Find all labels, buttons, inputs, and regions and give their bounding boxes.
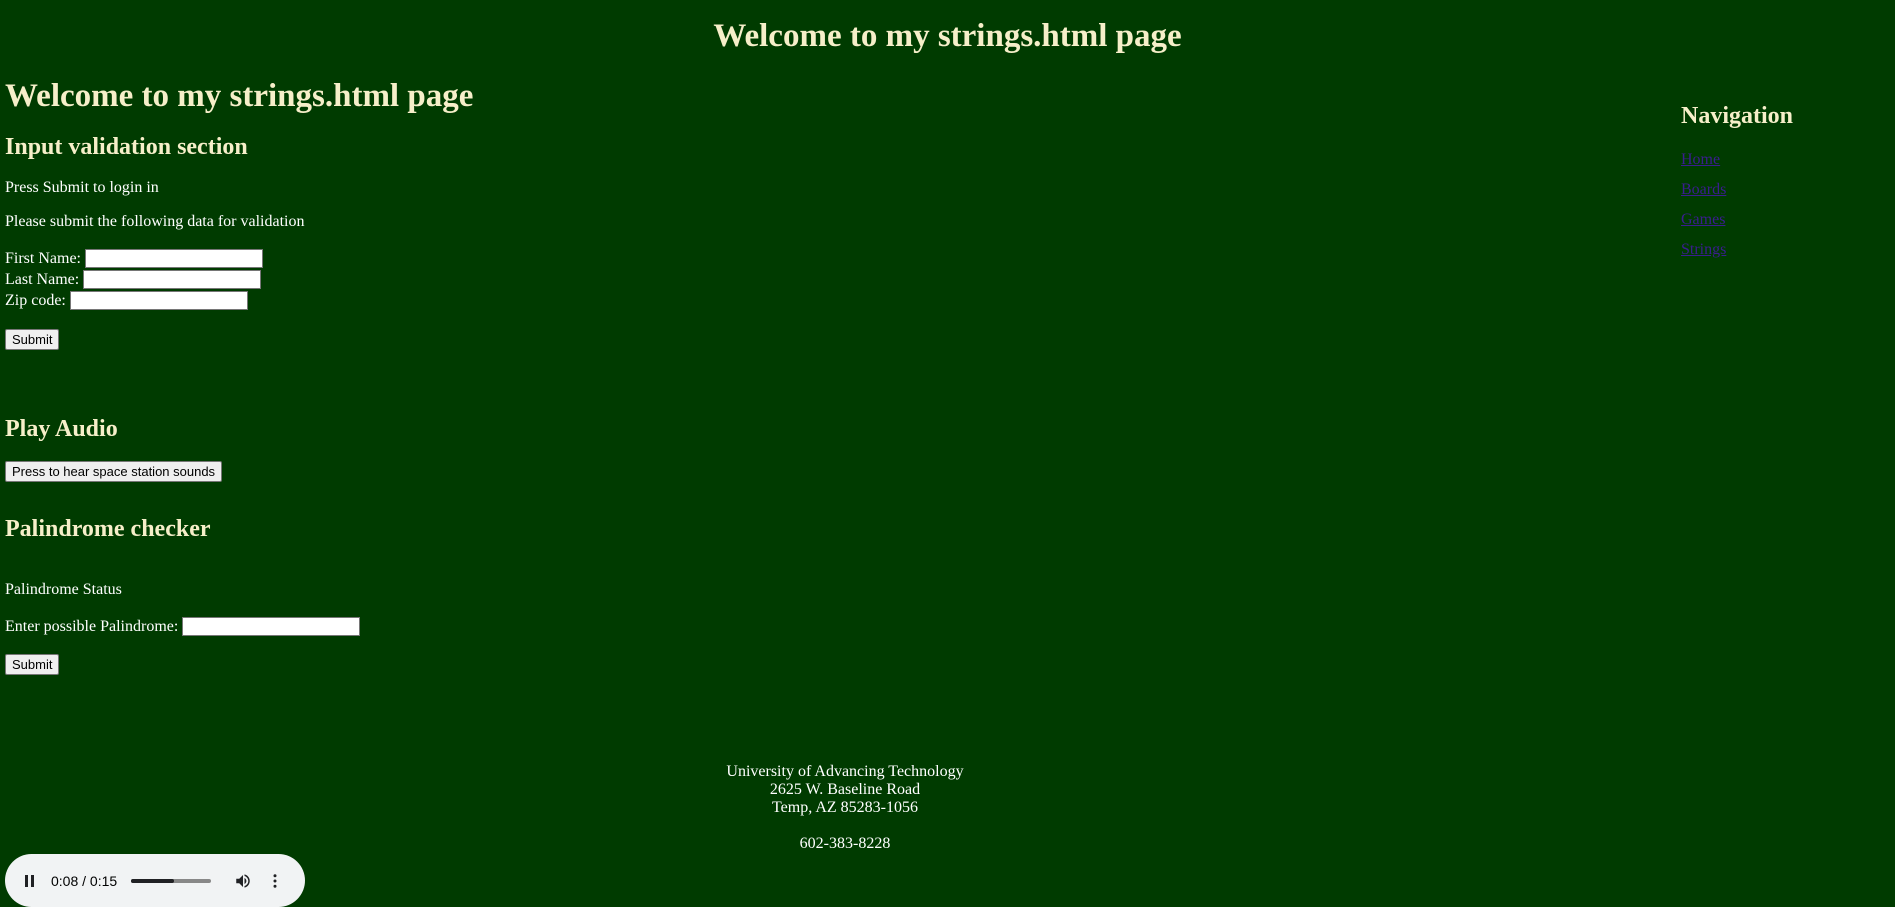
- audio-player: 0:08 / 0:15: [5, 854, 305, 907]
- footer-street: 2625 W. Baseline Road: [769, 781, 921, 798]
- nav-link-home[interactable]: Home: [1681, 150, 1881, 170]
- play-audio-section-title: Play Audio: [5, 416, 118, 442]
- nav-link-strings[interactable]: Strings: [1681, 240, 1881, 260]
- pause-icon[interactable]: [23, 874, 35, 888]
- validation-intro-text: Press Submit to login in: [5, 179, 159, 196]
- footer-phone: 602-383-8228: [799, 835, 891, 852]
- validation-form: First Name: Last Name: Zip code: Submit: [5, 248, 905, 350]
- audio-time-display: 0:08 / 0:15: [51, 872, 118, 889]
- volume-icon[interactable]: [233, 871, 253, 891]
- audio-progress-fill: [131, 878, 174, 883]
- nav-link-boards[interactable]: Boards: [1681, 180, 1881, 200]
- footer-address: University of Advancing Technology 2625 …: [0, 763, 1690, 853]
- first-name-input[interactable]: [85, 249, 263, 268]
- footer-city: Temp, AZ 85283-1056: [772, 799, 918, 816]
- footer-institution: University of Advancing Technology: [726, 763, 964, 780]
- main-heading: Welcome to my strings.html page: [5, 78, 474, 114]
- last-name-row: Last Name:: [5, 269, 905, 290]
- palindrome-submit-button[interactable]: Submit: [5, 654, 60, 675]
- validation-submit-button[interactable]: Submit: [5, 329, 60, 350]
- zip-code-input[interactable]: [69, 291, 248, 310]
- first-name-row: First Name:: [5, 248, 905, 269]
- navigation-title: Navigation: [1681, 103, 1794, 129]
- main-content: Welcome to my strings.html page Input va…: [5, 76, 905, 675]
- nav-link-games[interactable]: Games: [1681, 210, 1881, 230]
- palindrome-status-text: Palindrome Status: [5, 581, 122, 598]
- palindrome-input-label: Enter possible Palindrome:: [5, 618, 179, 635]
- page-header-title: Welcome to my strings.html page: [713, 18, 1182, 54]
- navigation-sidebar: Navigation Home Boards Games Strings: [1681, 100, 1881, 270]
- palindrome-section-title: Palindrome checker: [5, 516, 211, 542]
- last-name-label: Last Name:: [5, 271, 80, 288]
- first-name-label: First Name:: [5, 250, 81, 267]
- palindrome-input-row: Enter possible Palindrome:: [5, 616, 905, 637]
- validation-section-title: Input validation section: [5, 134, 248, 160]
- play-space-sounds-button[interactable]: Press to hear space station sounds: [5, 461, 223, 482]
- last-name-input[interactable]: [83, 270, 262, 289]
- audio-progress-slider[interactable]: [131, 878, 212, 883]
- zip-code-label: Zip code:: [5, 292, 66, 309]
- validation-instructions-text: Please submit the following data for val…: [5, 213, 305, 230]
- more-vertical-icon[interactable]: [265, 871, 285, 891]
- palindrome-input[interactable]: [182, 617, 361, 636]
- zip-code-row: Zip code:: [5, 290, 905, 311]
